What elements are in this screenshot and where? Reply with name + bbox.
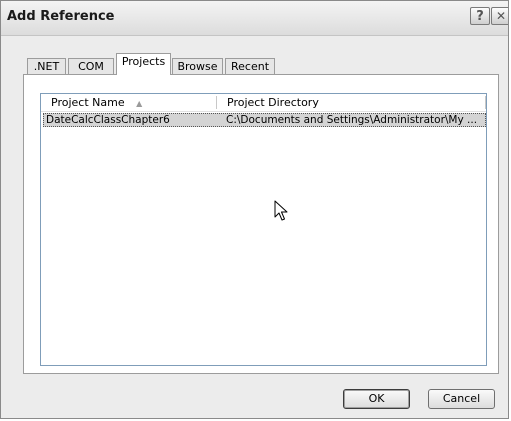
close-button[interactable]: ✕ <box>491 7 508 25</box>
dialog-title: Add Reference <box>7 9 115 24</box>
column-header-project-directory[interactable]: Project Directory <box>227 94 482 111</box>
help-icon: ? <box>476 8 484 24</box>
tab-browse[interactable]: Browse <box>172 58 223 74</box>
sort-ascending-icon: ▲ <box>136 99 143 108</box>
add-reference-dialog: Add Reference ? ✕ .NET COM Projects Brow… <box>0 0 509 419</box>
tab-recent[interactable]: Recent <box>225 58 275 74</box>
column-divider[interactable] <box>485 96 486 109</box>
project-list[interactable]: Project Name ▲ Project Directory DateCal… <box>40 93 487 366</box>
close-icon: ✕ <box>495 9 507 23</box>
column-divider[interactable] <box>216 96 217 109</box>
ok-button[interactable]: OK <box>343 389 410 409</box>
help-button[interactable]: ? <box>470 7 490 25</box>
title-bar[interactable]: Add Reference ? ✕ <box>1 1 508 36</box>
cancel-button[interactable]: Cancel <box>428 389 495 409</box>
list-header: Project Name ▲ Project Directory <box>41 94 486 112</box>
tab-dotnet[interactable]: .NET <box>27 58 66 74</box>
project-directory-cell: C:\Documents and Settings\Administrator\… <box>226 114 478 126</box>
mouse-pointer-icon <box>274 200 288 221</box>
table-row[interactable]: DateCalcClassChapter6 C:\Documents and S… <box>43 113 486 127</box>
column-header-project-name[interactable]: Project Name ▲ <box>51 94 211 111</box>
tab-projects[interactable]: Projects <box>116 53 171 75</box>
tab-com[interactable]: COM <box>68 58 114 74</box>
project-name-cell: DateCalcClassChapter6 <box>46 114 170 126</box>
